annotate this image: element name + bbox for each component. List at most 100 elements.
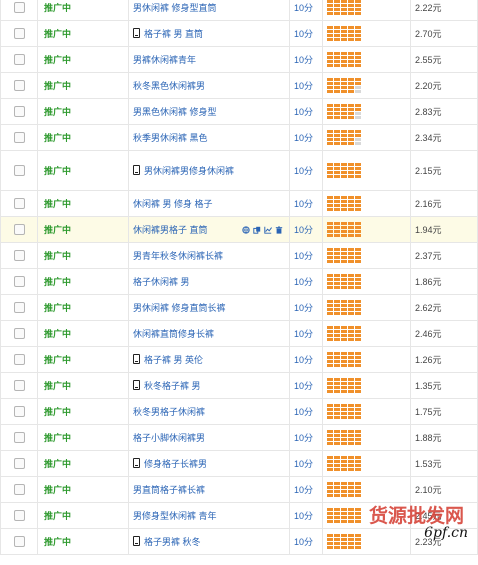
bid-price[interactable]: 2.55元 [410,46,478,73]
keyword-link[interactable]: 男休闲裤 修身直筒长裤 [133,303,226,313]
bid-price[interactable]: 2.10元 [410,476,478,503]
table-row[interactable]: 推广中 男裤休闲裤青年 10分 2.55元 [0,46,478,73]
bid-price[interactable]: 2.15元 [410,150,478,191]
row-checkbox[interactable] [13,536,25,548]
table-row[interactable]: 推广中 男休闲裤男修身休闲裤 10分 2.15元 [0,150,478,191]
quality-score[interactable]: 10分 [289,528,323,555]
keyword-link[interactable]: 男黑色休闲裤 修身型 [133,107,217,117]
table-row[interactable]: 推广中 格子裤 男 英伦 10分 1.26元 [0,346,478,373]
row-checkbox[interactable] [13,380,25,392]
quality-score[interactable]: 10分 [289,372,323,399]
quality-score[interactable]: 10分 [289,190,323,217]
keyword-link[interactable]: 男青年秋冬休闲裤长裤 [133,251,223,261]
row-checkbox[interactable] [13,510,25,522]
bid-price[interactable]: 1.35元 [410,372,478,399]
table-row[interactable]: 推广中 秋冬男格子休闲裤 10分 1.75元 [0,398,478,425]
quality-score[interactable]: 10分 [289,268,323,295]
row-checkbox[interactable] [13,132,25,144]
table-row[interactable]: 推广中 男休闲裤 修身型直筒 10分 2.22元 [0,0,478,21]
copy-icon[interactable] [253,226,261,234]
keyword-link[interactable]: 格子休闲裤 男 [133,277,190,287]
quality-score[interactable]: 10分 [289,242,323,269]
trend-chart-icon[interactable] [264,226,272,234]
quality-score[interactable]: 10分 [289,20,323,47]
row-checkbox[interactable] [13,224,25,236]
quality-score[interactable]: 10分 [289,150,323,191]
row-checkbox[interactable] [13,2,25,14]
table-row[interactable]: 推广中 修身格子长裤男 10分 1.53元 [0,450,478,477]
bid-price[interactable]: 1.86元 [410,268,478,295]
row-checkbox[interactable] [13,250,25,262]
row-checkbox[interactable] [13,302,25,314]
row-checkbox[interactable] [13,80,25,92]
keyword-link[interactable]: 男修身型休闲裤 青年 [133,511,217,521]
keyword-link[interactable]: 男休闲裤男修身休闲裤 [144,165,236,177]
trash-icon[interactable] [275,226,283,234]
keyword-link[interactable]: 格子小脚休闲裤男 [133,433,205,443]
quality-score[interactable]: 10分 [289,72,323,99]
bid-price[interactable]: 1.26元 [410,346,478,373]
keyword-link[interactable]: 修身格子长裤男 [144,459,207,469]
row-checkbox[interactable] [13,198,25,210]
quality-score[interactable]: 10分 [289,46,323,73]
quality-score[interactable]: 10分 [289,502,323,529]
bid-price[interactable]: 1.94元 [410,216,478,243]
quality-score[interactable]: 10分 [289,124,323,151]
table-row[interactable]: 推广中 休闲裤 男 修身 格子 10分 2.16元 [0,190,478,217]
table-row[interactable]: 推广中 格子小脚休闲裤男 10分 1.88元 [0,424,478,451]
table-row[interactable]: 推广中 格子休闲裤 男 10分 1.86元 [0,268,478,295]
bid-price[interactable]: 2.70元 [410,20,478,47]
bid-price[interactable]: 2.16元 [410,190,478,217]
table-row[interactable]: 推广中 男青年秋冬休闲裤长裤 10分 2.37元 [0,242,478,269]
keyword-link[interactable]: 休闲裤男格子 直筒 [133,225,208,235]
keyword-link[interactable]: 格子男裤 秋冬 [144,537,201,547]
table-row[interactable]: 推广中 休闲裤男格子 直筒 10分 1.94元 [0,216,478,243]
keyword-link[interactable]: 秋冬格子裤 男 [144,381,201,391]
quality-score[interactable]: 10分 [289,424,323,451]
bid-price[interactable]: 2.83元 [410,98,478,125]
keyword-link[interactable]: 秋冬黑色休闲裤男 [133,81,205,91]
row-checkbox[interactable] [13,28,25,40]
quality-score[interactable]: 10分 [289,320,323,347]
keyword-link[interactable]: 男直筒格子裤长裤 [133,485,205,495]
keyword-link[interactable]: 格子裤 男 直筒 [144,29,203,39]
keyword-link[interactable]: 格子裤 男 英伦 [144,355,203,365]
bid-price[interactable]: 2.37元 [410,242,478,269]
row-checkbox[interactable] [13,165,25,177]
row-checkbox[interactable] [13,54,25,66]
quality-score[interactable]: 10分 [289,294,323,321]
bid-price[interactable]: 1.53元 [410,450,478,477]
quality-score[interactable]: 10分 [289,450,323,477]
bid-price[interactable]: 1.75元 [410,398,478,425]
quality-score[interactable]: 10分 [289,398,323,425]
keyword-link[interactable]: 休闲裤 男 修身 格子 [133,199,213,209]
table-row[interactable]: 推广中 男休闲裤 修身直筒长裤 10分 2.62元 [0,294,478,321]
quality-score[interactable]: 10分 [289,0,323,21]
bid-price[interactable]: 2.22元 [410,0,478,21]
keyword-link[interactable]: 秋季男休闲裤 黑色 [133,133,208,143]
row-checkbox[interactable] [13,106,25,118]
bid-price[interactable]: 2.62元 [410,294,478,321]
bid-price[interactable]: 2.20元 [410,72,478,99]
table-row[interactable]: 推广中 秋冬格子裤 男 10分 1.35元 [0,372,478,399]
row-checkbox[interactable] [13,484,25,496]
table-row[interactable]: 推广中 秋冬黑色休闲裤男 10分 2.20元 [0,72,478,99]
row-checkbox[interactable] [13,276,25,288]
bid-price[interactable]: 2.46元 [410,320,478,347]
table-row[interactable]: 推广中 男黑色休闲裤 修身型 10分 2.83元 [0,98,478,125]
row-checkbox[interactable] [13,432,25,444]
row-checkbox[interactable] [13,458,25,470]
quality-score[interactable]: 10分 [289,98,323,125]
quality-score[interactable]: 10分 [289,346,323,373]
keyword-link[interactable]: 秋冬男格子休闲裤 [133,407,205,417]
table-row[interactable]: 推广中 男直筒格子裤长裤 10分 2.10元 [0,476,478,503]
bid-price[interactable]: 1.88元 [410,424,478,451]
row-checkbox[interactable] [13,354,25,366]
quality-score[interactable]: 10分 [289,216,323,243]
row-checkbox[interactable] [13,328,25,340]
globe-icon[interactable] [242,226,250,234]
bid-price[interactable]: 2.34元 [410,124,478,151]
keyword-link[interactable]: 男休闲裤 修身型直筒 [133,3,217,13]
quality-score[interactable]: 10分 [289,476,323,503]
row-checkbox[interactable] [13,406,25,418]
